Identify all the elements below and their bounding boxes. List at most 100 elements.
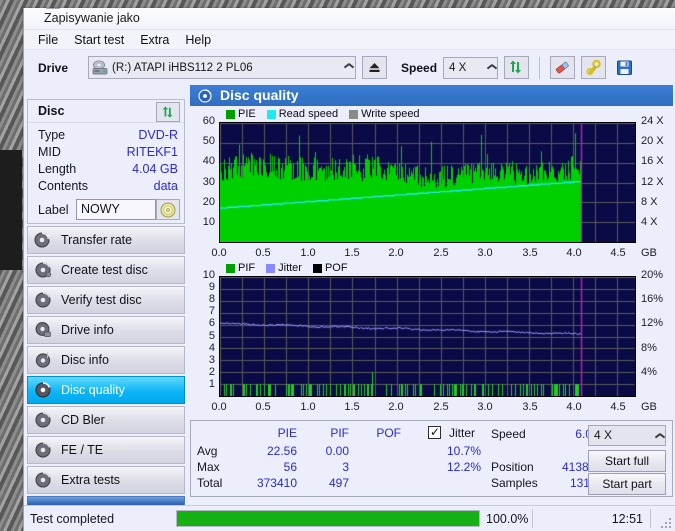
chart-legend-pie: PIE Read speed Write speed — [226, 108, 420, 120]
pie-xtick: 0.5 — [255, 247, 271, 259]
sidebar-item-verify-test-disc[interactable]: Verify test disc — [27, 286, 185, 314]
erase-button[interactable] — [550, 56, 576, 79]
pif-xtick: 1.5 — [344, 401, 360, 413]
pif-ytick: 8 — [208, 293, 215, 305]
save-button[interactable] — [612, 56, 637, 79]
sidebar-item-cd-bler[interactable]: CD Bler — [27, 406, 185, 434]
disc-row-mid: MID RITEKF1 — [28, 145, 184, 162]
sidebar-item-label: Verify test disc — [61, 293, 142, 307]
sidebar-item-create-test-disc[interactable]: Create test disc — [27, 256, 185, 284]
disc-row-value: RITEKF1 — [126, 145, 178, 159]
menu-bar[interactable]: File Start test Extra Help — [24, 30, 675, 49]
disc-label-row: Label NOWY — [28, 198, 184, 226]
pif-xtick: 3.5 — [522, 401, 538, 413]
speed-ytick: 24 X — [641, 115, 664, 127]
sidebar-item-fe-te[interactable]: FE / TE — [27, 436, 185, 464]
status-separator — [532, 509, 533, 528]
pif-xtick: 0.5 — [255, 401, 271, 413]
disc-row-length: Length 4.04 GB — [28, 162, 184, 179]
jitter-ytick: 4% — [641, 366, 657, 378]
disc-row-key: Type — [38, 128, 66, 142]
menu-extra[interactable]: Extra — [132, 32, 177, 48]
sidebar-item-disc-quality[interactable]: Disc quality — [27, 376, 185, 404]
pif-jitter-plot[interactable] — [219, 276, 636, 397]
disc-bler-icon — [35, 412, 51, 428]
disc-info-panel: Disc Type DVD-R MID RITEKF1 Length 4.04 … — [27, 99, 185, 224]
chart-legend-pif: PIF Jitter POF — [226, 262, 348, 274]
pie-xtick: 0.0 — [211, 247, 227, 259]
pie-xtick: 1.0 — [300, 247, 316, 259]
sidebar-item-drive-info[interactable]: Drive info — [27, 316, 185, 344]
disc-row-key: MID — [38, 145, 61, 159]
title-bar: Zapisywanie jako — [24, 8, 675, 30]
pie-xtick: 4.0 — [566, 247, 582, 259]
start-full-button[interactable]: Start full — [588, 450, 666, 472]
menu-file[interactable]: File — [30, 32, 66, 48]
pie-chart-plot[interactable] — [219, 122, 636, 243]
legend-label-pof: POF — [324, 262, 348, 274]
toolbar-separator — [539, 56, 541, 79]
stats-samples-label: Samples — [491, 476, 538, 490]
legend-label-read-speed: Read speed — [278, 108, 339, 120]
test-speed-select[interactable]: 4 X — [588, 425, 666, 446]
progress-percent: 100.0% — [486, 512, 529, 526]
progress-bar — [176, 510, 480, 527]
pie-xtick: 2.5 — [433, 247, 449, 259]
disc-row-type: Type DVD-R — [28, 128, 184, 145]
pie-ytick: 60 — [202, 115, 215, 127]
disc-label-button[interactable] — [156, 199, 180, 220]
status-bar: Test completed 100.0% 12:51 — [24, 505, 675, 531]
graphs-area: PIE Read speed Write speed 10 20 30 40 50 60 … — [190, 106, 673, 420]
disc-burn-icon — [35, 262, 52, 278]
pie-xtick: 3.5 — [522, 247, 538, 259]
disc-row-value: 4.04 GB — [132, 162, 178, 176]
disc-drive-icon — [92, 60, 108, 75]
sidebar-item-extra-tests[interactable]: Extra tests — [27, 466, 185, 494]
eraser-icon — [555, 61, 569, 74]
pie-ytick: 50 — [202, 135, 215, 147]
jitter-ytick: 8% — [641, 342, 657, 354]
speed-select[interactable]: 4 X — [443, 56, 499, 79]
jitter-ytick: 16% — [641, 293, 664, 305]
sidebar-item-label: Transfer rate — [61, 233, 133, 247]
jitter-checkbox[interactable]: ✓ — [428, 426, 441, 439]
speed-ytick: 4 X — [641, 216, 658, 228]
resize-grip[interactable] — [659, 516, 671, 528]
eject-button[interactable] — [362, 56, 388, 79]
pif-ytick: 1 — [208, 378, 215, 390]
sidebar-item-label: Disc info — [61, 353, 109, 367]
disc-label-caption: Label — [38, 203, 69, 217]
start-part-button[interactable]: Start part — [588, 473, 666, 495]
stats-row-avg-label: Avg — [197, 444, 218, 458]
stats-header-pof: POF — [376, 426, 401, 440]
sidebar: Disc Type DVD-R MID RITEKF1 Length 4.04 … — [27, 99, 185, 531]
disc-label-input[interactable]: NOWY — [76, 199, 156, 220]
refresh-button[interactable] — [504, 56, 530, 79]
disc-drive-icon — [46, 8, 60, 9]
menu-help[interactable]: Help — [177, 32, 219, 48]
speed-label: Speed — [401, 60, 438, 75]
pif-xtick: 2.0 — [388, 401, 404, 413]
sidebar-item-transfer-rate[interactable]: Transfer rate — [27, 226, 185, 254]
pie-ytick: 30 — [202, 176, 215, 188]
legend-swatch-jitter — [266, 263, 276, 273]
stats-row-total-label: Total — [197, 476, 223, 490]
tools-button[interactable] — [581, 56, 607, 79]
sidebar-item-disc-info[interactable]: Disc info — [27, 346, 185, 374]
pif-x-unit: GB — [641, 401, 657, 413]
pif-xtick: 3.0 — [477, 401, 493, 413]
check-icon: ✓ — [430, 425, 441, 439]
pif-xtick: 1.0 — [300, 401, 316, 413]
panel-header: Disc quality — [190, 85, 673, 106]
jitter-ytick: 20% — [641, 269, 664, 281]
sidebar-item-label: Extra tests — [61, 473, 121, 487]
pif-xtick: 0.0 — [211, 401, 227, 413]
stats-panel: PIE PIF POF ✓ Jitter Avg Max Total 22.56… — [190, 420, 673, 497]
disc-panel-header: Disc — [28, 100, 184, 123]
sidebar-item-label: CD Bler — [61, 413, 105, 427]
menu-start-test[interactable]: Start test — [66, 32, 132, 48]
pie-xtick: 4.5 — [610, 247, 626, 259]
pif-ytick: 5 — [208, 330, 215, 342]
disc-refresh-button[interactable] — [156, 102, 180, 122]
drive-select[interactable]: (R:) ATAPI iHBS112 2 PL06 — [88, 56, 357, 79]
